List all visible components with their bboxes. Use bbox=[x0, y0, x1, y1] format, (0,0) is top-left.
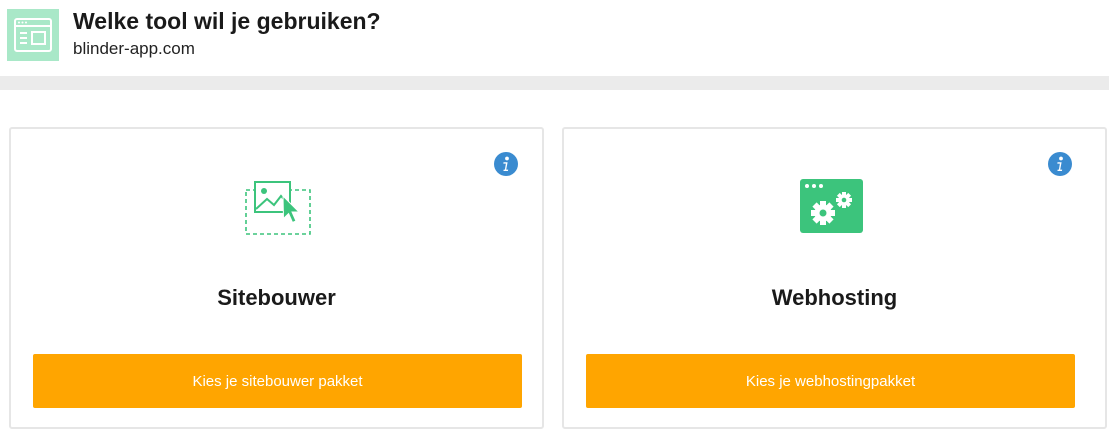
choose-webhosting-button[interactable]: Kies je webhostingpakket bbox=[586, 354, 1075, 408]
dialog-header: Welke tool wil je gebruiken? blinder-app… bbox=[0, 0, 1109, 76]
header-divider bbox=[0, 76, 1109, 90]
tool-card-webhosting[interactable]: Webhosting Kies je webhostingpakket bbox=[562, 127, 1107, 429]
tool-card-sitebouwer[interactable]: Sitebouwer Kies je sitebouwer pakket bbox=[9, 127, 544, 429]
choose-sitebouwer-button[interactable]: Kies je sitebouwer pakket bbox=[33, 354, 522, 408]
browser-gears-icon bbox=[800, 179, 864, 240]
info-icon[interactable] bbox=[1047, 151, 1073, 177]
card-title: Webhosting bbox=[771, 285, 898, 310]
site-domain: blinder-app.com bbox=[73, 39, 195, 58]
image-cursor-icon bbox=[243, 179, 313, 242]
info-icon[interactable] bbox=[493, 151, 519, 177]
card-title: Sitebouwer bbox=[217, 285, 336, 310]
browser-window-icon bbox=[7, 9, 59, 61]
page-title: Welke tool wil je gebruiken? bbox=[73, 8, 381, 34]
